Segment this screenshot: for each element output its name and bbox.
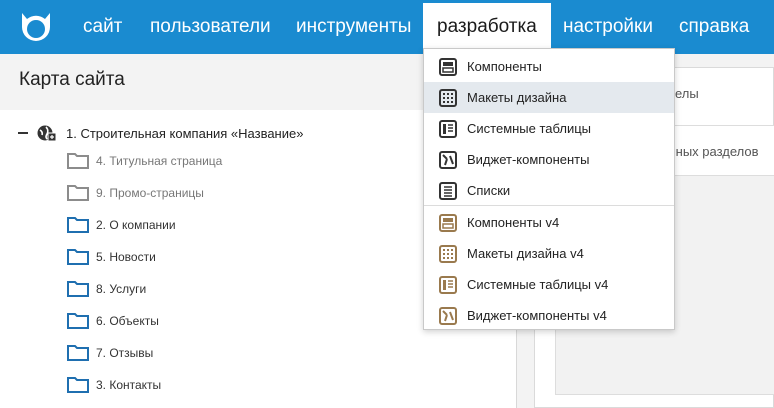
menu-item-components-v4[interactable]: Компоненты v4 <box>424 207 674 238</box>
components-v4-icon <box>439 213 457 232</box>
tree-item[interactable]: 8. Услуги <box>67 278 146 300</box>
nav-settings[interactable]: настройки <box>563 0 653 54</box>
menu-item-widget-components[interactable]: Виджет-компоненты <box>424 144 674 175</box>
tree-item[interactable]: 5. Новости <box>67 246 156 268</box>
tree-item-label: 8. Услуги <box>96 282 147 296</box>
tree-item-label: 4. Титульная страница <box>96 154 223 168</box>
tree-root[interactable]: 1. Строительная компания «Название» <box>18 122 303 144</box>
tree-item[interactable]: 4. Титульная страница <box>67 150 222 172</box>
nav-users[interactable]: пользователи <box>150 0 271 54</box>
nav-tools[interactable]: инструменты <box>296 0 411 54</box>
lists-icon <box>439 181 457 200</box>
menu-item-widget-components-v4[interactable]: Виджет-компоненты v4 <box>424 300 674 331</box>
widget-components-v4-icon <box>439 306 457 325</box>
panel-tab-label[interactable]: елы <box>675 86 699 101</box>
top-navigation-bar: сайт пользователи инструменты разработка… <box>0 0 774 54</box>
menu-item-system-tables[interactable]: Системные таблицы <box>424 113 674 144</box>
system-tables-v4-icon <box>439 275 457 294</box>
widget-components-icon <box>439 150 457 169</box>
tree-item-label: 7. Отзывы <box>96 346 154 360</box>
tree-item[interactable]: 9. Промо-страницы <box>67 182 204 204</box>
logo-icon[interactable] <box>16 7 56 47</box>
menu-item-components[interactable]: Компоненты <box>424 51 674 82</box>
menu-item-system-tables-v4[interactable]: Системные таблицы v4 <box>424 269 674 300</box>
page-title: Карта сайта <box>19 69 125 90</box>
tree-root-label: 1. Строительная компания «Название» <box>66 125 304 141</box>
components-icon <box>439 57 457 76</box>
tree-item-label: 9. Промо-страницы <box>96 186 204 200</box>
nav-site[interactable]: сайт <box>83 0 122 54</box>
nav-development[interactable]: разработка <box>423 3 551 51</box>
design-templates-v4-icon <box>439 244 457 263</box>
tree-item[interactable]: 6. Объекты <box>67 310 159 332</box>
tree-item[interactable]: 3. Контакты <box>67 374 161 396</box>
menu-item-lists[interactable]: Списки <box>424 175 674 206</box>
folder-icon <box>67 345 89 361</box>
folder-icon <box>67 281 89 297</box>
menu-item-design-templates[interactable]: Макеты дизайна <box>424 82 674 113</box>
nav-help[interactable]: справка <box>679 0 749 54</box>
tree-item-label: 2. О компании <box>96 218 176 232</box>
tree-item[interactable]: 2. О компании <box>67 214 176 236</box>
system-tables-icon <box>439 119 457 138</box>
menu-divider <box>424 205 674 206</box>
tree-item[interactable]: 7. Отзывы <box>67 342 153 364</box>
folder-icon <box>67 377 89 393</box>
folder-icon <box>67 153 89 169</box>
site-globe-icon <box>37 125 57 142</box>
tree-item-label: 3. Контакты <box>96 378 162 392</box>
tree-item-label: 5. Новости <box>96 250 156 264</box>
design-templates-icon <box>439 88 457 107</box>
folder-icon <box>67 313 89 329</box>
collapse-toggle-icon[interactable] <box>18 132 28 134</box>
menu-item-design-templates-v4[interactable]: Макеты дизайна v4 <box>424 238 674 269</box>
folder-icon <box>67 249 89 265</box>
development-dropdown-menu: Компоненты Макеты дизайна Системные табл… <box>423 48 675 330</box>
folder-icon <box>67 185 89 201</box>
folder-icon <box>67 217 89 233</box>
tree-item-label: 6. Объекты <box>96 314 159 328</box>
